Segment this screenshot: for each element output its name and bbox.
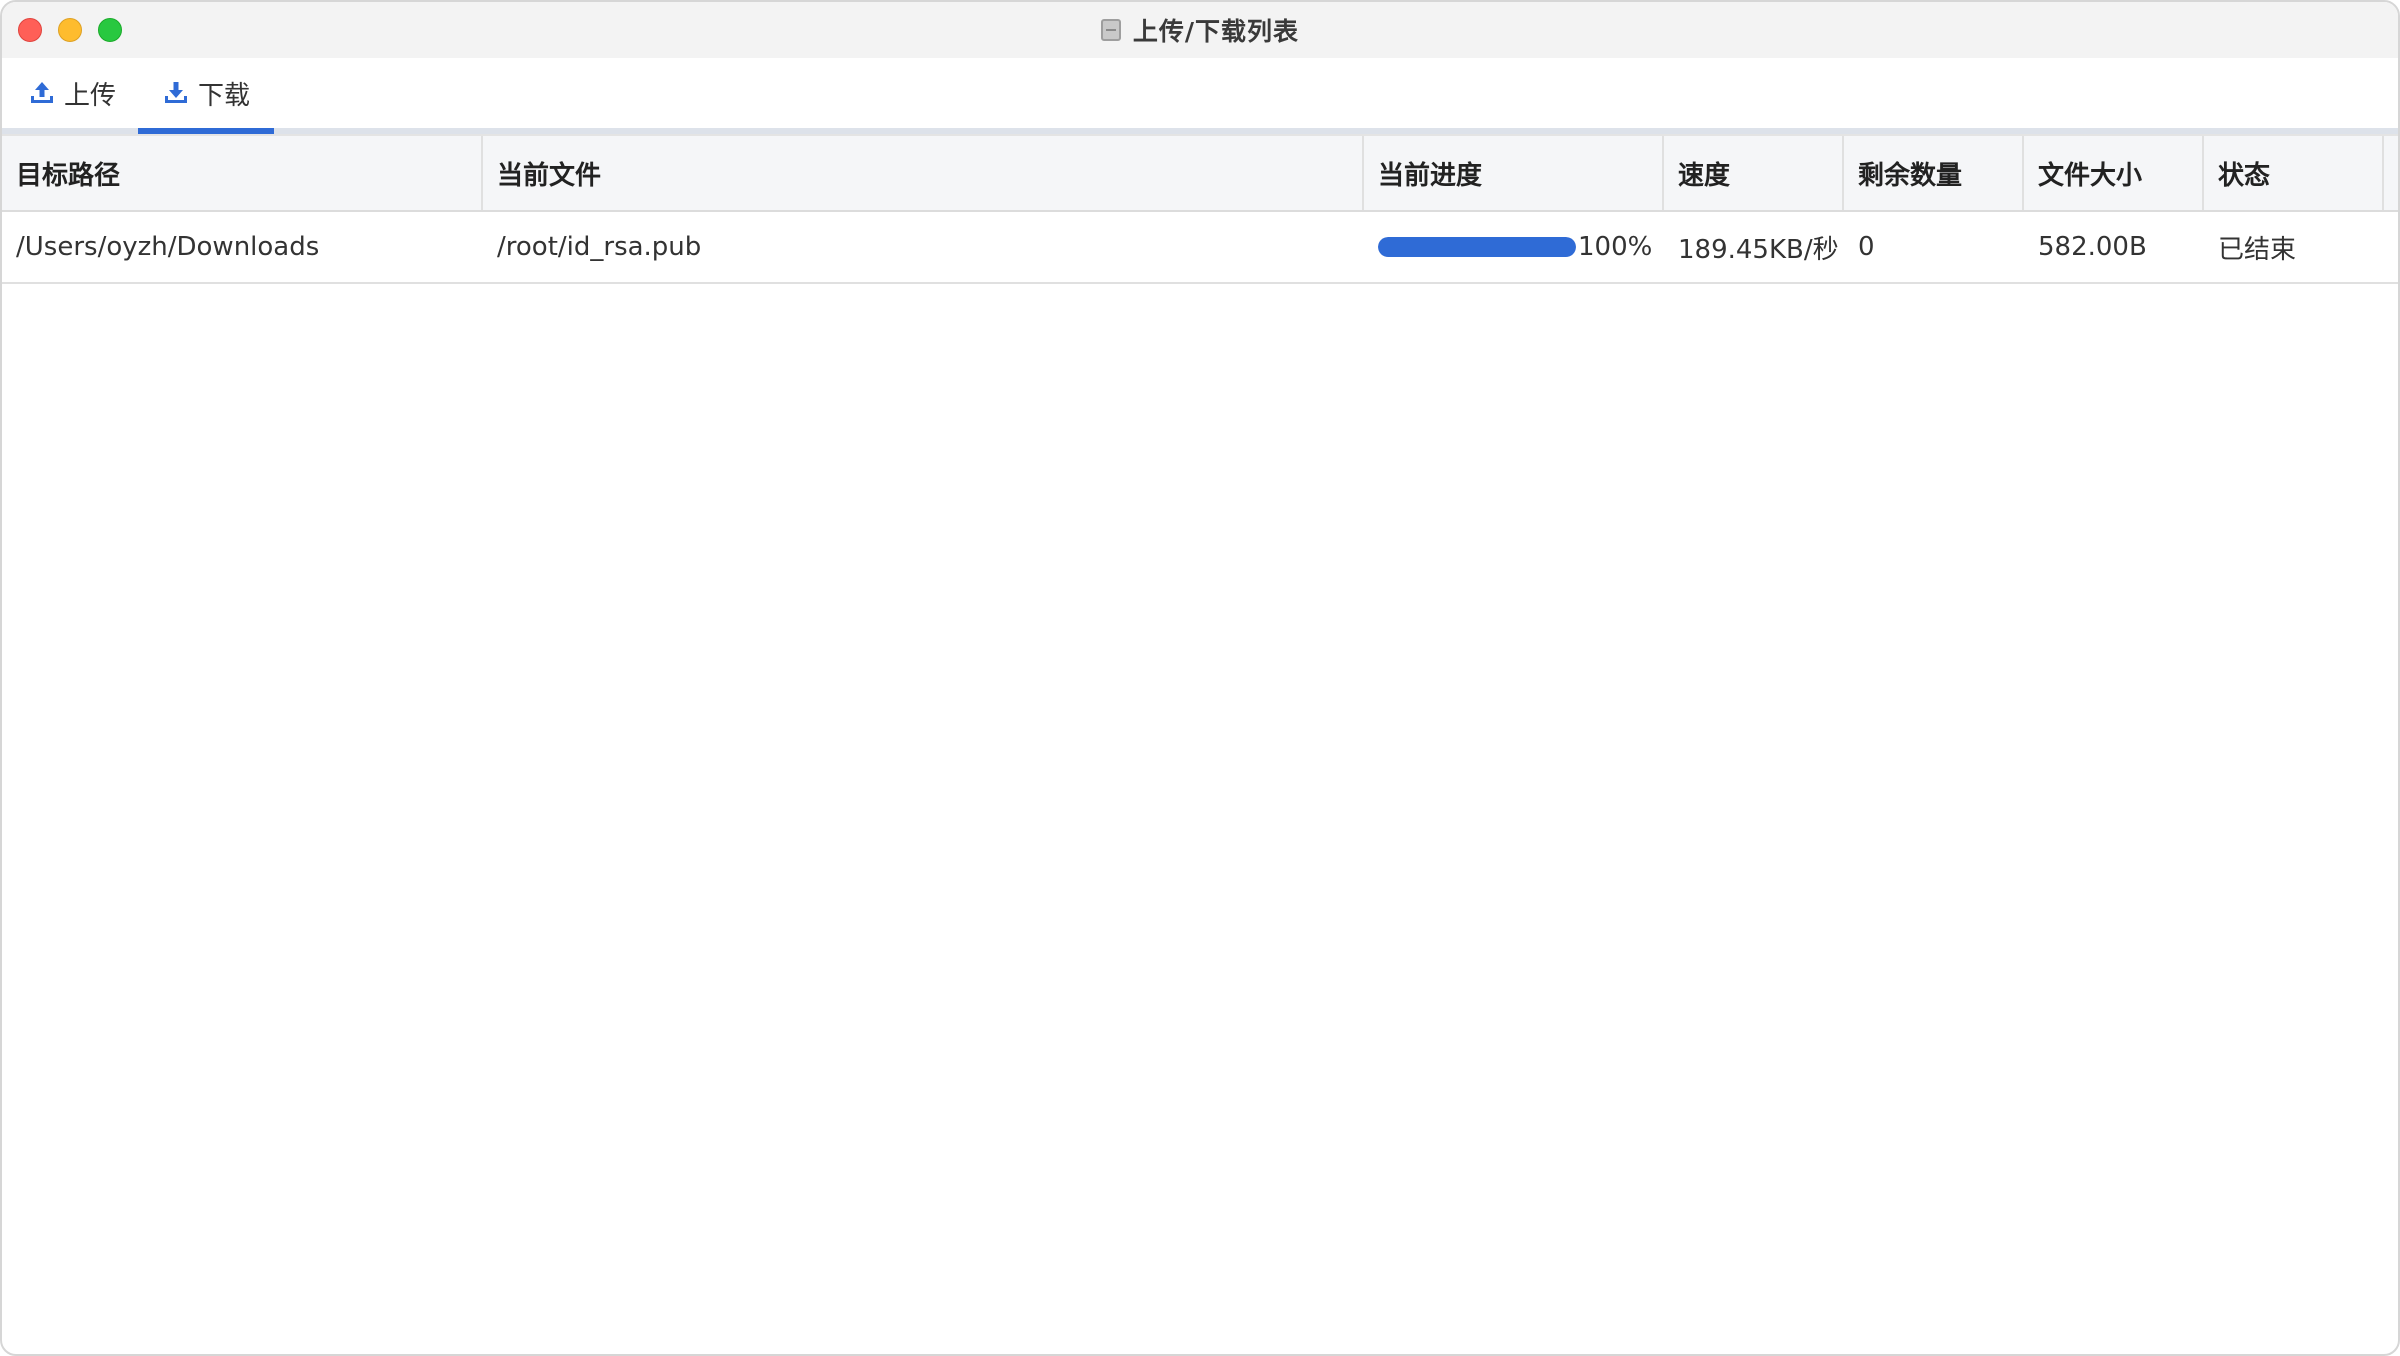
download-icon	[164, 82, 187, 103]
column-header-filler	[2384, 136, 2398, 210]
cell-speed: 189.45KB/秒	[1678, 234, 1839, 265]
cell-current-file: /root/id_rsa.pub	[497, 232, 702, 262]
progress-bar-fill	[1378, 237, 1576, 257]
column-header-current-file[interactable]: 当前文件	[483, 136, 1364, 210]
cell-file-size: 582.00B	[2038, 232, 2147, 262]
cell-progress: 100%	[1364, 212, 1664, 282]
progress-percent: 100%	[1578, 232, 1653, 262]
tab-upload[interactable]: 上传	[24, 58, 124, 128]
column-header-status[interactable]: 状态	[2204, 136, 2384, 210]
document-icon	[1100, 19, 1121, 41]
column-header-progress[interactable]: 当前进度	[1364, 136, 1664, 210]
column-header-file-size[interactable]: 文件大小	[2024, 136, 2204, 210]
column-header-target-path[interactable]: 目标路径	[2, 136, 483, 210]
column-header-speed[interactable]: 速度	[1664, 136, 1844, 210]
transfer-list-window: 上传/下载列表 上传 下载 目标路径 当前文件 当前进度 速度 剩余数量 文件大…	[0, 0, 2400, 1356]
tab-download-label: 下载	[197, 80, 250, 111]
upload-icon	[31, 82, 53, 103]
window-title: 上传/下载列表	[1132, 17, 1300, 46]
tab-download[interactable]: 下载	[138, 58, 274, 134]
cell-remaining: 0	[1858, 232, 1875, 262]
cell-status: 已结束	[2218, 234, 2297, 265]
table-header: 目标路径 当前文件 当前进度 速度 剩余数量 文件大小 状态	[2, 134, 2398, 212]
tab-bar: 上传 下载	[2, 58, 2398, 134]
title-bar: 上传/下载列表	[2, 2, 2398, 60]
title-container: 上传/下载列表	[2, 2, 2398, 58]
table-row[interactable]: /Users/oyzh/Downloads /root/id_rsa.pub 1…	[2, 212, 2398, 284]
progress-bar	[1378, 237, 1576, 257]
tab-upload-label: 上传	[64, 80, 117, 111]
cell-target-path: /Users/oyzh/Downloads	[16, 232, 320, 262]
transfer-table: 目标路径 当前文件 当前进度 速度 剩余数量 文件大小 状态 /Users/oy…	[2, 134, 2398, 284]
column-header-remaining[interactable]: 剩余数量	[1844, 136, 2024, 210]
